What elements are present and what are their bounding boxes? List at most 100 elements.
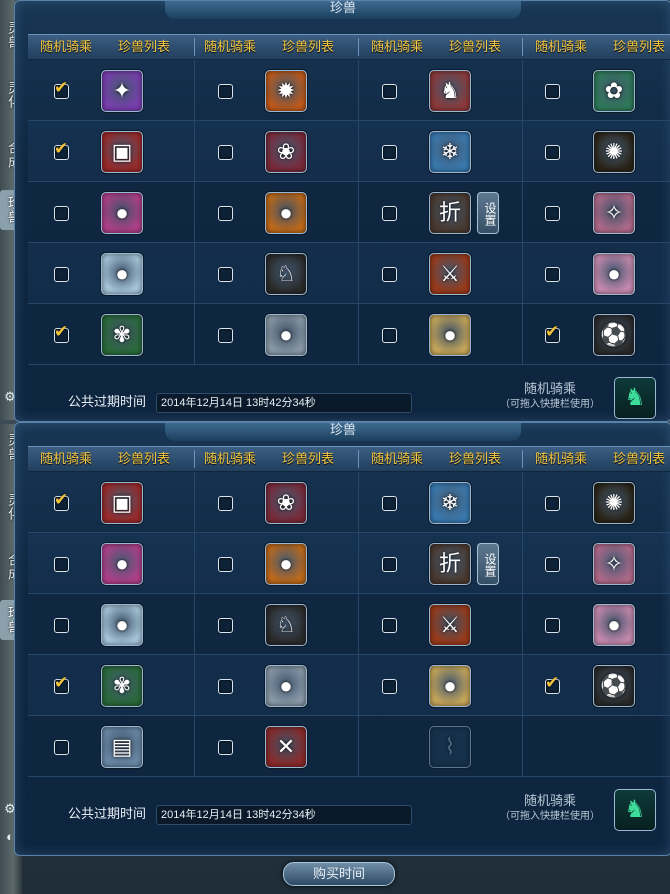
red-cross-scroll-icon[interactable]: ✕ [265, 725, 307, 768]
flower-beast-icon[interactable]: ❀ [265, 481, 307, 524]
panda-ball-icon[interactable]: ⚽ [593, 313, 635, 356]
random-ride-checkbox[interactable] [545, 144, 560, 160]
random-ride-mount-icon[interactable]: ♞ [614, 789, 656, 831]
black-white-horse-icon[interactable]: ♘ [265, 603, 307, 646]
header-beast-list: 珍兽列表 [613, 39, 666, 54]
random-ride-checkbox[interactable] [218, 83, 233, 99]
blue-alpaca-icon[interactable]: ❄ [429, 130, 471, 173]
purple-feather-icon[interactable]: ✦ [101, 69, 143, 112]
panel-title: 珍兽 [329, 423, 356, 438]
check-icon: ✔ [545, 321, 560, 341]
random-ride-checkbox[interactable] [54, 556, 69, 572]
buy-time-button[interactable]: 购买时间 [283, 862, 395, 886]
header-random-ride: 随机骑乘 [535, 451, 588, 466]
random-ride-mount-icon[interactable]: ♞ [614, 377, 656, 419]
random-ride-checkbox[interactable]: ✔ [54, 78, 69, 99]
check-icon: ✔ [54, 321, 69, 341]
pink-bear-icon[interactable]: ● [593, 603, 635, 646]
green-dragon-scale-icon[interactable]: ✾ [101, 313, 143, 356]
cream-alpaca-icon[interactable]: ● [429, 664, 471, 707]
check-icon: ✔ [54, 77, 69, 97]
settings-button[interactable]: 设置 [477, 542, 499, 585]
random-ride-checkbox[interactable] [382, 205, 397, 221]
random-ride-checkbox[interactable] [382, 556, 397, 572]
white-bear-icon[interactable]: ● [101, 252, 143, 295]
pink-unicorn-icon[interactable]: ✧ [593, 542, 635, 585]
header-beast-list: 珍兽列表 [613, 451, 666, 466]
header-beast-list: 珍兽列表 [282, 451, 335, 466]
random-ride-checkbox[interactable]: ✔ [54, 322, 69, 343]
header-random-ride: 随机骑乘 [40, 451, 93, 466]
header-random-ride: 随机骑乘 [535, 39, 588, 54]
random-ride-checkbox[interactable]: ✔ [545, 322, 560, 343]
random-ride-checkbox[interactable] [382, 144, 397, 160]
random-ride-checkbox[interactable] [218, 144, 233, 160]
pink-unicorn-icon[interactable]: ✧ [593, 191, 635, 234]
random-ride-checkbox[interactable] [218, 266, 233, 282]
random-ride-checkbox[interactable] [54, 617, 69, 633]
random-ride-checkbox[interactable] [382, 327, 397, 343]
random-ride-checkbox[interactable] [218, 327, 233, 343]
blue-alpaca-icon[interactable]: ❄ [429, 481, 471, 524]
black-white-horse-icon[interactable]: ♘ [265, 252, 307, 295]
random-ride-label: 随机骑乘 [523, 381, 576, 396]
orange-alpaca-icon[interactable]: ● [265, 191, 307, 234]
gold-swirl-icon[interactable]: ✺ [593, 481, 635, 524]
random-ride-checkbox[interactable] [382, 266, 397, 282]
discount-badge-icon[interactable]: 折 [429, 542, 471, 585]
fire-beast-icon[interactable]: ✹ [265, 69, 307, 112]
green-dragon-icon[interactable]: ✿ [593, 69, 635, 112]
settings-button[interactable]: 设置 [477, 191, 499, 234]
panel-title: 珍兽 [329, 1, 356, 16]
header-random-ride: 随机骑乘 [40, 39, 93, 54]
random-ride-checkbox[interactable] [382, 678, 397, 694]
white-bear-icon[interactable]: ● [101, 603, 143, 646]
random-ride-checkbox[interactable] [382, 83, 397, 99]
random-ride-checkbox[interactable] [218, 205, 233, 221]
white-lion-icon[interactable]: ● [265, 313, 307, 356]
random-ride-checkbox[interactable] [54, 266, 69, 282]
random-ride-checkbox[interactable] [218, 678, 233, 694]
random-ride-hint: （可拖入快捷栏使用） [500, 811, 600, 822]
random-ride-checkbox[interactable]: ✔ [54, 139, 69, 160]
random-ride-checkbox[interactable] [54, 739, 69, 755]
random-ride-checkbox[interactable]: ✔ [54, 673, 69, 694]
random-ride-checkbox[interactable] [218, 495, 233, 511]
pink-alpaca-icon[interactable]: ● [101, 191, 143, 234]
column-header-bar: 随机骑乘 珍兽列表 随机骑乘 珍兽列表 随机骑乘 珍兽列表 随机骑乘 珍兽列表 [28, 446, 670, 472]
random-ride-checkbox[interactable] [545, 205, 560, 221]
random-ride-label: 随机骑乘 [523, 793, 576, 808]
random-ride-checkbox[interactable]: ✔ [545, 673, 560, 694]
random-ride-checkbox[interactable] [218, 739, 233, 755]
white-horse-icon[interactable]: ♞ [429, 69, 471, 112]
white-tiger-icon[interactable]: ▤ [101, 725, 143, 768]
random-ride-checkbox[interactable] [218, 556, 233, 572]
discount-badge-icon[interactable]: 折 [429, 191, 471, 234]
random-ride-checkbox[interactable] [545, 266, 560, 282]
header-beast-list: 珍兽列表 [449, 39, 502, 54]
red-chest-icon[interactable]: ▣ [101, 130, 143, 173]
red-chest-icon[interactable]: ▣ [101, 481, 143, 524]
orange-alpaca-icon[interactable]: ● [265, 542, 307, 585]
white-lion-icon[interactable]: ● [265, 664, 307, 707]
pink-bear-icon[interactable]: ● [593, 252, 635, 295]
panda-ball-icon[interactable]: ⚽ [593, 664, 635, 707]
random-ride-checkbox[interactable] [545, 556, 560, 572]
random-ride-checkbox[interactable] [545, 495, 560, 511]
random-ride-checkbox[interactable] [545, 617, 560, 633]
sword-gift-icon[interactable]: ⚔ [429, 603, 471, 646]
random-ride-checkbox[interactable] [54, 205, 69, 221]
random-ride-checkbox[interactable] [218, 617, 233, 633]
random-ride-checkbox[interactable] [382, 495, 397, 511]
pink-alpaca-icon[interactable]: ● [101, 542, 143, 585]
random-ride-checkbox[interactable] [545, 83, 560, 99]
expire-label: 公共过期时间 [68, 394, 147, 409]
gold-swirl-icon[interactable]: ✺ [593, 130, 635, 173]
flower-beast-icon[interactable]: ❀ [265, 130, 307, 173]
sword-gift-icon[interactable]: ⚔ [429, 252, 471, 295]
random-ride-checkbox[interactable]: ✔ [54, 490, 69, 511]
green-dragon-scale-icon[interactable]: ✾ [101, 664, 143, 707]
cream-alpaca-icon[interactable]: ● [429, 313, 471, 356]
header-random-ride: 随机骑乘 [204, 451, 257, 466]
random-ride-checkbox[interactable] [382, 617, 397, 633]
